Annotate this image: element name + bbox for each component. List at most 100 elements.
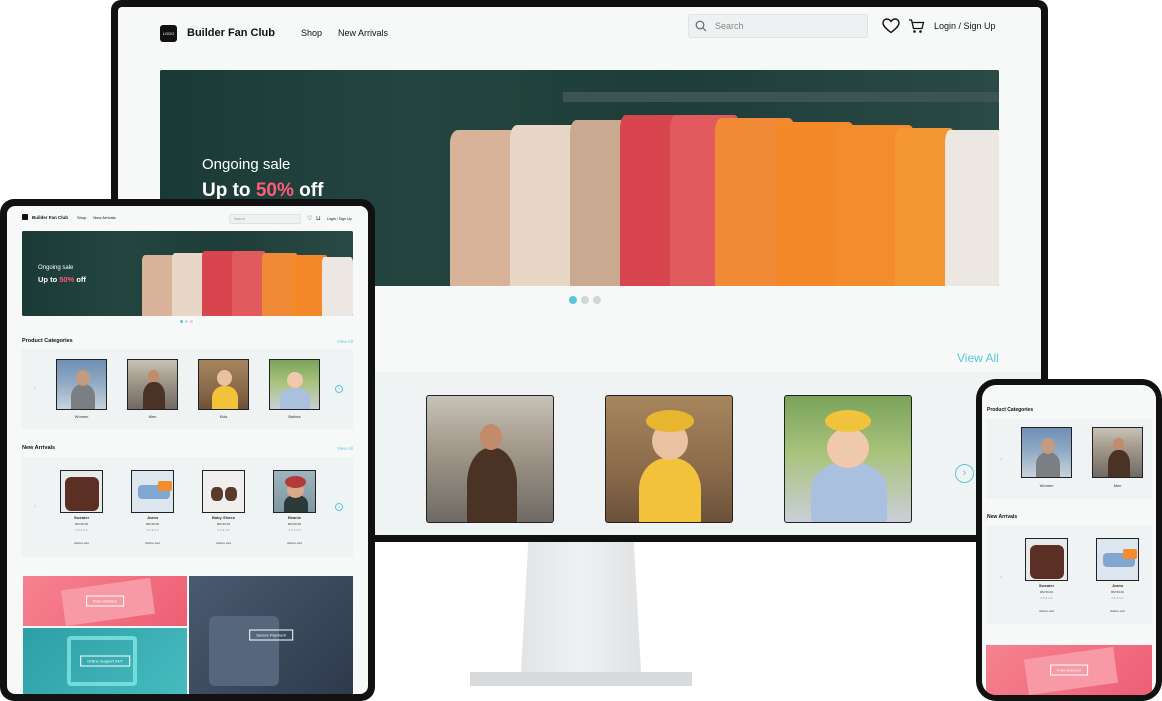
category-card-kids[interactable] [198, 359, 249, 410]
cart-icon[interactable]: ⊔ [316, 215, 321, 222]
category-label-men: Men [1113, 483, 1122, 488]
category-prev-button[interactable]: ‹ [34, 386, 36, 392]
product-name: Jeans [146, 515, 159, 520]
product-options[interactable]: 0.5 ● 4.0 [265, 528, 324, 532]
carousel-dot[interactable] [593, 296, 601, 304]
product-image-beanie[interactable] [273, 470, 316, 513]
new-arrivals-title: New Arrivals [22, 445, 56, 451]
tablet-navbar: Builder Fan Club Shop New Arrivals [22, 214, 123, 220]
nav-link-shop[interactable]: Shop [301, 28, 322, 38]
search-input[interactable]: Search [229, 214, 301, 224]
login-signup-link[interactable]: Login / Sign Up [327, 217, 352, 221]
new-arrivals-view-all-link[interactable]: View All [337, 446, 353, 451]
categories-title: Product Categories [22, 338, 73, 344]
category-card-babies[interactable] [269, 359, 320, 410]
promo-free-delivery[interactable]: Free Delivery [23, 576, 187, 626]
promo-label: Free Delivery [1050, 664, 1088, 676]
nav-link-new-arrivals[interactable]: New Arrivals [338, 28, 388, 38]
product-options[interactable]: 0.5 ● 4.0 [194, 528, 253, 532]
category-next-button[interactable]: › [955, 464, 974, 483]
brand-name[interactable]: Builder Fan Club [32, 215, 68, 220]
logo[interactable] [22, 214, 28, 220]
add-to-cart-button[interactable]: Add to cart [265, 541, 324, 545]
product-image-jeans[interactable] [131, 470, 174, 513]
responsive-mockup: LOGO Builder Fan Club Shop New Arrivals … [0, 0, 1162, 701]
search-input[interactable]: Search [688, 14, 868, 38]
monitor-stand-base [470, 672, 692, 686]
product-name: Sweater [1038, 583, 1055, 588]
product-price: RM 50.00 [1110, 590, 1124, 594]
search-placeholder: Search [715, 21, 744, 31]
search-icon [695, 20, 707, 32]
add-to-cart-button[interactable]: Add to cart [194, 541, 253, 545]
hero-subtitle: Ongoing sale [202, 156, 291, 173]
hero-subtitle: Ongoing sale [38, 265, 74, 271]
logo[interactable]: LOGO [160, 24, 177, 42]
category-label-women: Women [1039, 483, 1054, 488]
cart-icon[interactable] [908, 18, 925, 34]
desktop-navbar: LOGO Builder Fan Club Shop New Arrivals [118, 7, 1041, 59]
product-price: RM 50.00 [74, 522, 88, 526]
arrivals-prev-button[interactable]: ‹ [34, 504, 36, 510]
product-image-sweater[interactable] [60, 470, 103, 513]
categories-view-all-link[interactable]: View All [957, 351, 999, 365]
phone-screen: Product Categories ‹ Women Men New Arriv… [982, 385, 1156, 695]
product-options[interactable]: 0.5 ● 2.0 [1017, 596, 1076, 600]
promo-online-support[interactable]: Online Support 24/7 [23, 628, 187, 694]
category-card-women[interactable] [1021, 427, 1072, 478]
brand-name[interactable]: Builder Fan Club [187, 27, 275, 39]
tablet-device: Builder Fan Club Shop New Arrivals Searc… [0, 199, 375, 701]
category-card-babies[interactable] [784, 395, 912, 523]
add-to-cart-button[interactable]: Add to cart [1088, 609, 1147, 613]
category-prev-button[interactable]: ‹ [1000, 457, 1002, 463]
carousel-dots [180, 320, 193, 323]
carousel-dot[interactable] [180, 320, 183, 323]
carousel-dot[interactable] [190, 320, 193, 323]
product-image-jeans[interactable] [1096, 538, 1139, 581]
category-label-women: Women [74, 414, 89, 419]
category-card-men[interactable] [1092, 427, 1143, 478]
login-signup-link[interactable]: Login / Sign Up [934, 21, 996, 31]
product-price: RM 50.00 [145, 522, 159, 526]
product-image-sweater[interactable] [1025, 538, 1068, 581]
nav-link-new-arrivals[interactable]: New Arrivals [93, 215, 115, 220]
monitor-stand [521, 542, 641, 672]
carousel-dot[interactable] [569, 296, 577, 304]
tablet-screen: Builder Fan Club Shop New Arrivals Searc… [7, 206, 368, 694]
hero-title: Up to 50% off [38, 275, 86, 284]
promo-label: Secure Payment [249, 629, 293, 641]
category-card-kids[interactable] [605, 395, 733, 523]
promo-label: Free Delivery [86, 595, 124, 607]
category-label-babies: Babies [288, 414, 301, 419]
product-name: Beanie [287, 515, 302, 520]
product-options[interactable]: 0.5 ● 5.0 [123, 528, 182, 532]
nav-link-shop[interactable]: Shop [77, 215, 86, 220]
categories-view-all-link[interactable]: View All [337, 339, 353, 344]
add-to-cart-button[interactable]: Add to cart [123, 541, 182, 545]
category-card-women[interactable] [56, 359, 107, 410]
product-image-baby-shoes[interactable] [202, 470, 245, 513]
category-label-men: Men [148, 414, 157, 419]
hero-banner[interactable]: Ongoing sale Up to 50% off [22, 231, 353, 316]
carousel-dot[interactable] [581, 296, 589, 304]
category-label-kids: Kids [219, 414, 228, 419]
category-next-button[interactable]: › [335, 385, 343, 393]
product-options[interactable]: 0.5 ● 2.0 [52, 528, 111, 532]
category-card-men[interactable] [426, 395, 554, 523]
arrivals-prev-button[interactable]: ‹ [1000, 575, 1002, 581]
phone-device: Product Categories ‹ Women Men New Arriv… [976, 379, 1162, 701]
add-to-cart-button[interactable]: Add to cart [1017, 609, 1076, 613]
promo-label: Online Support 24/7 [80, 655, 130, 667]
product-name: Jeans [1111, 583, 1124, 588]
categories-title: Product Categories [987, 407, 1034, 413]
promo-secure-payment[interactable]: Secure Payment [189, 576, 353, 694]
promo-free-delivery[interactable]: Free Delivery [986, 645, 1152, 695]
add-to-cart-button[interactable]: Add to cart [52, 541, 111, 545]
carousel-dot[interactable] [185, 320, 188, 323]
product-price: RM 50.00 [287, 522, 301, 526]
product-options[interactable]: 0.5 ● 5.0 [1088, 596, 1147, 600]
category-card-men[interactable] [127, 359, 178, 410]
arrivals-next-button[interactable]: › [335, 503, 343, 511]
heart-icon[interactable] [882, 18, 900, 34]
heart-icon[interactable]: ♡ [307, 215, 312, 222]
